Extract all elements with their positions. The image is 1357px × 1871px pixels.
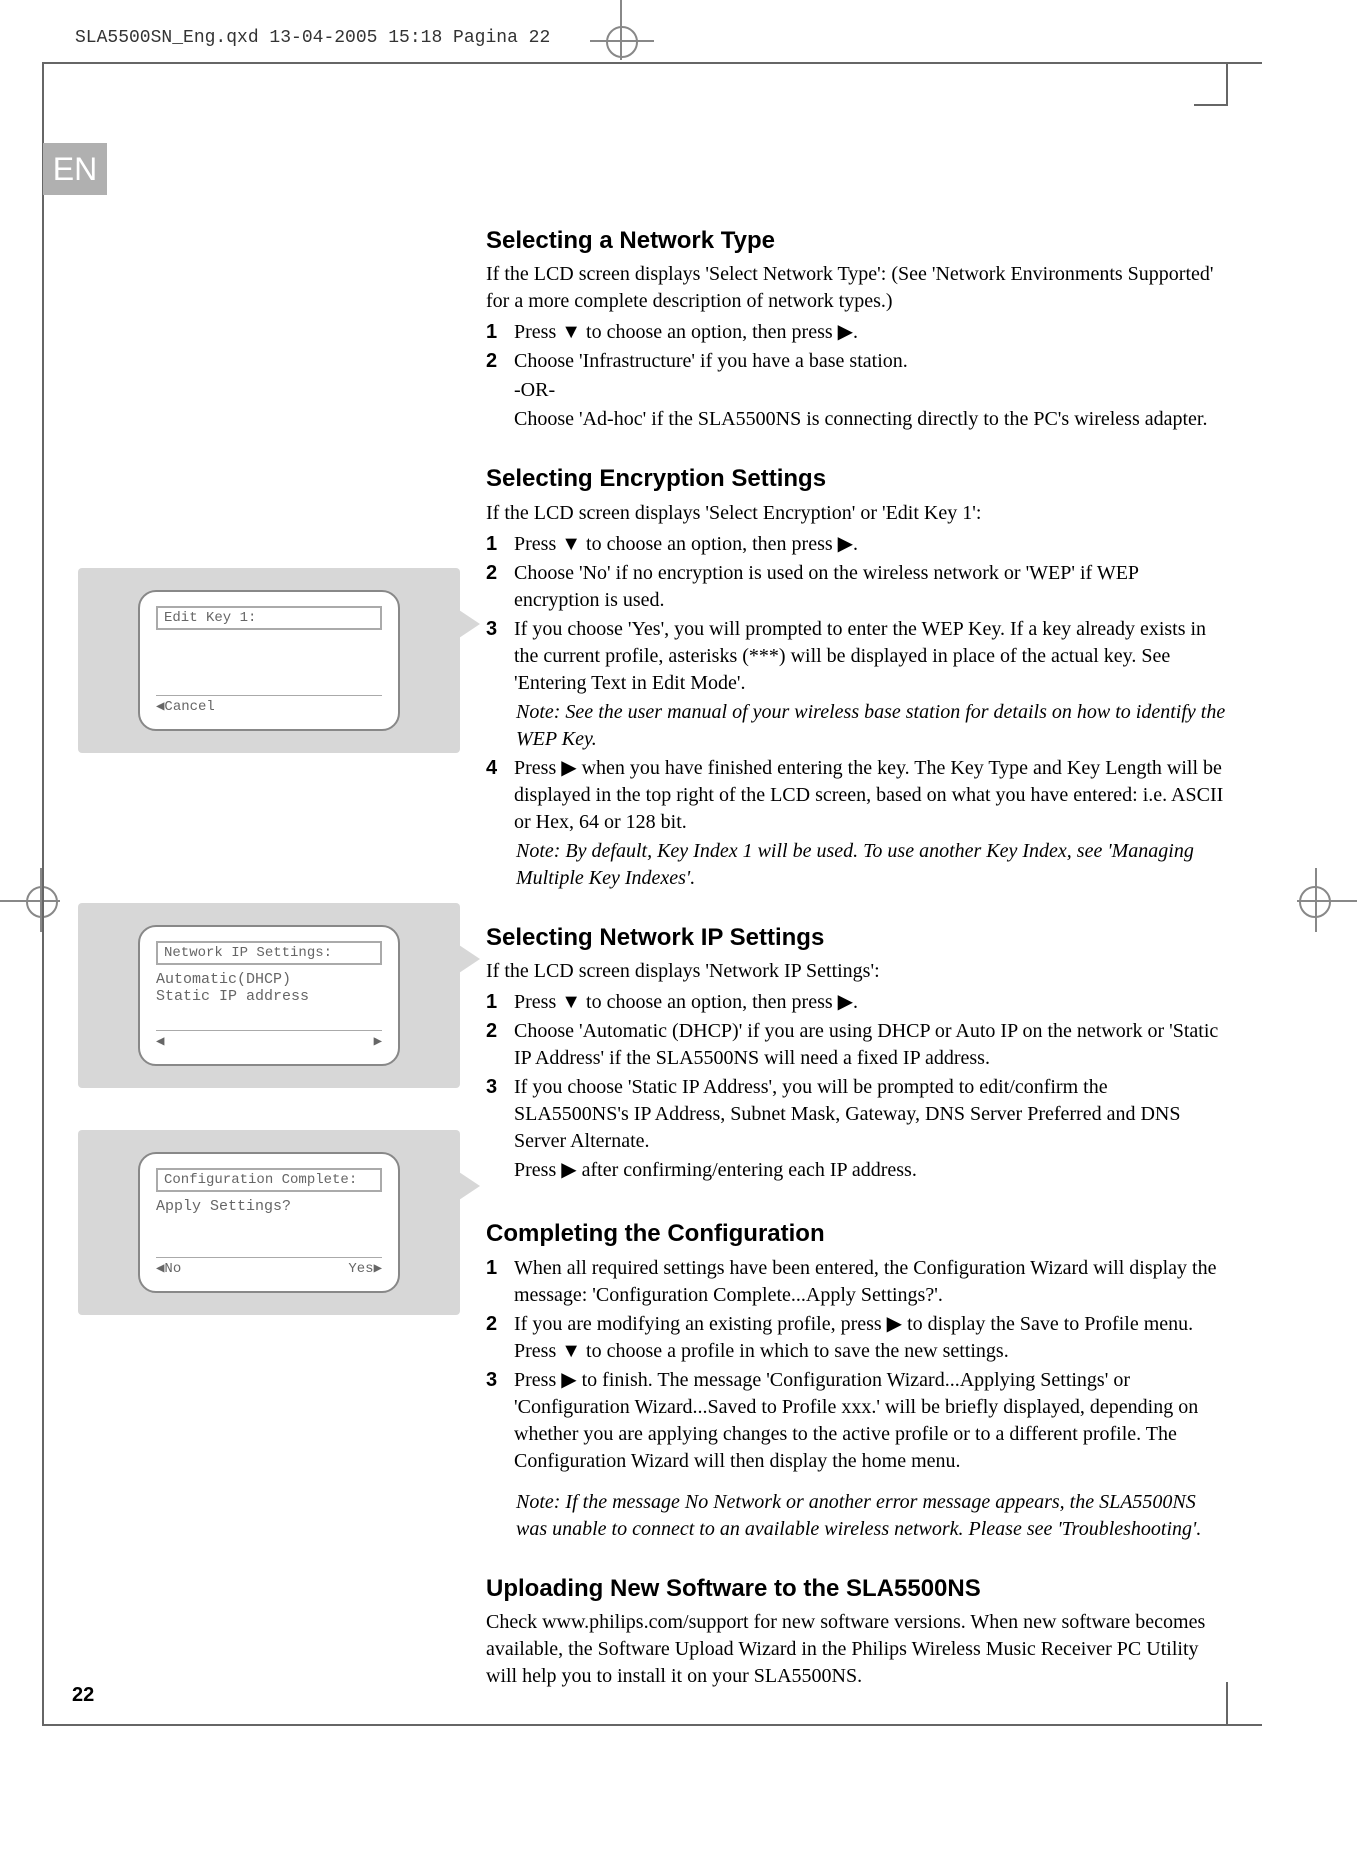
page-frame-corner — [1226, 1682, 1228, 1726]
step-number: 2 — [486, 1018, 514, 1072]
intro-text: If the LCD screen displays 'Select Netwo… — [486, 261, 1226, 315]
heading-encryption: Selecting Encryption Settings — [486, 463, 1226, 495]
or-text: Choose 'Ad-hoc' if the SLA5500NS is conn… — [514, 406, 1226, 433]
lcd-cancel-label: ◀Cancel — [156, 698, 215, 715]
lcd-prompt: Apply Settings? — [156, 1198, 382, 1215]
main-text-column: Selecting a Network Type If the LCD scre… — [486, 225, 1226, 1694]
or-label: -OR- — [514, 377, 1226, 404]
note-text: Note: See the user manual of your wirele… — [516, 699, 1226, 753]
heading-uploading: Uploading New Software to the SLA5500NS — [486, 1573, 1226, 1605]
step-tail: Press ▶ after confirming/entering each I… — [514, 1157, 1226, 1184]
step-number: 2 — [486, 560, 514, 614]
step-text: Choose 'No' if no encryption is used on … — [514, 560, 1226, 614]
intro-text: If the LCD screen displays 'Select Encry… — [486, 500, 1226, 527]
step-text: Press ▶ when you have finished entering … — [514, 755, 1226, 836]
callout-tail — [456, 943, 480, 975]
print-header: SLA5500SN_Eng.qxd 13-04-2005 15:18 Pagin… — [75, 28, 550, 48]
intro-text: If the LCD screen displays 'Network IP S… — [486, 958, 1226, 985]
step-text: Choose 'Automatic (DHCP)' if you are usi… — [514, 1018, 1226, 1072]
lcd-option: Automatic(DHCP) — [156, 971, 382, 988]
page-number: 22 — [72, 1684, 94, 1707]
lcd-title: Edit Key 1: — [156, 606, 382, 630]
page-frame-corner — [1194, 104, 1228, 106]
step-number: 1 — [486, 319, 514, 346]
registration-mark — [606, 26, 638, 58]
lcd-illustration-edit-key: Edit Key 1: ◀Cancel — [78, 568, 460, 753]
step-number: 3 — [486, 1074, 514, 1155]
lcd-option: Static IP address — [156, 988, 382, 1005]
step-number: 4 — [486, 755, 514, 836]
lcd-title: Network IP Settings: — [156, 941, 382, 965]
step-text: Press ▼ to choose an option, then press … — [514, 989, 1226, 1016]
step-text: If you are modifying an existing profile… — [514, 1311, 1226, 1365]
page-frame-corner — [1226, 62, 1228, 106]
step-text: If you choose 'Yes', you will prompted t… — [514, 616, 1226, 697]
step-number: 1 — [486, 1255, 514, 1309]
heading-network-type: Selecting a Network Type — [486, 225, 1226, 257]
step-number: 3 — [486, 616, 514, 697]
step-text: Press ▼ to choose an option, then press … — [514, 531, 1226, 558]
lcd-yes-label: Yes▶ — [348, 1260, 382, 1277]
lcd-nav-right: ▶ — [374, 1033, 382, 1050]
note-text: Note: By default, Key Index 1 will be us… — [516, 838, 1226, 892]
step-number: 1 — [486, 531, 514, 558]
callout-tail — [456, 1170, 480, 1202]
step-number: 3 — [486, 1367, 514, 1475]
lcd-nav-left: ◀ — [156, 1033, 164, 1050]
registration-mark — [1299, 886, 1331, 918]
lcd-illustration-config-complete: Configuration Complete: Apply Settings? … — [78, 1130, 460, 1315]
heading-completing: Completing the Configuration — [486, 1218, 1226, 1250]
step-number: 2 — [486, 348, 514, 375]
lcd-no-label: ◀No — [156, 1260, 181, 1277]
callout-tail — [456, 608, 480, 640]
step-text: Press ▶ to finish. The message 'Configur… — [514, 1367, 1226, 1475]
step-number: 1 — [486, 989, 514, 1016]
lcd-title: Configuration Complete: — [156, 1168, 382, 1192]
body-text: Check www.philips.com/support for new so… — [486, 1609, 1226, 1690]
heading-ip-settings: Selecting Network IP Settings — [486, 922, 1226, 954]
step-text: If you choose 'Static IP Address', you w… — [514, 1074, 1226, 1155]
step-number: 2 — [486, 1311, 514, 1365]
step-text: Press ▼ to choose an option, then press … — [514, 319, 1226, 346]
step-text: When all required settings have been ent… — [514, 1255, 1226, 1309]
language-tab: EN — [43, 143, 107, 195]
note-text: Note: If the message No Network or anoth… — [516, 1489, 1226, 1543]
lcd-illustration-ip-settings: Network IP Settings: Automatic(DHCP) Sta… — [78, 903, 460, 1088]
step-text: Choose 'Infrastructure' if you have a ba… — [514, 348, 1226, 375]
